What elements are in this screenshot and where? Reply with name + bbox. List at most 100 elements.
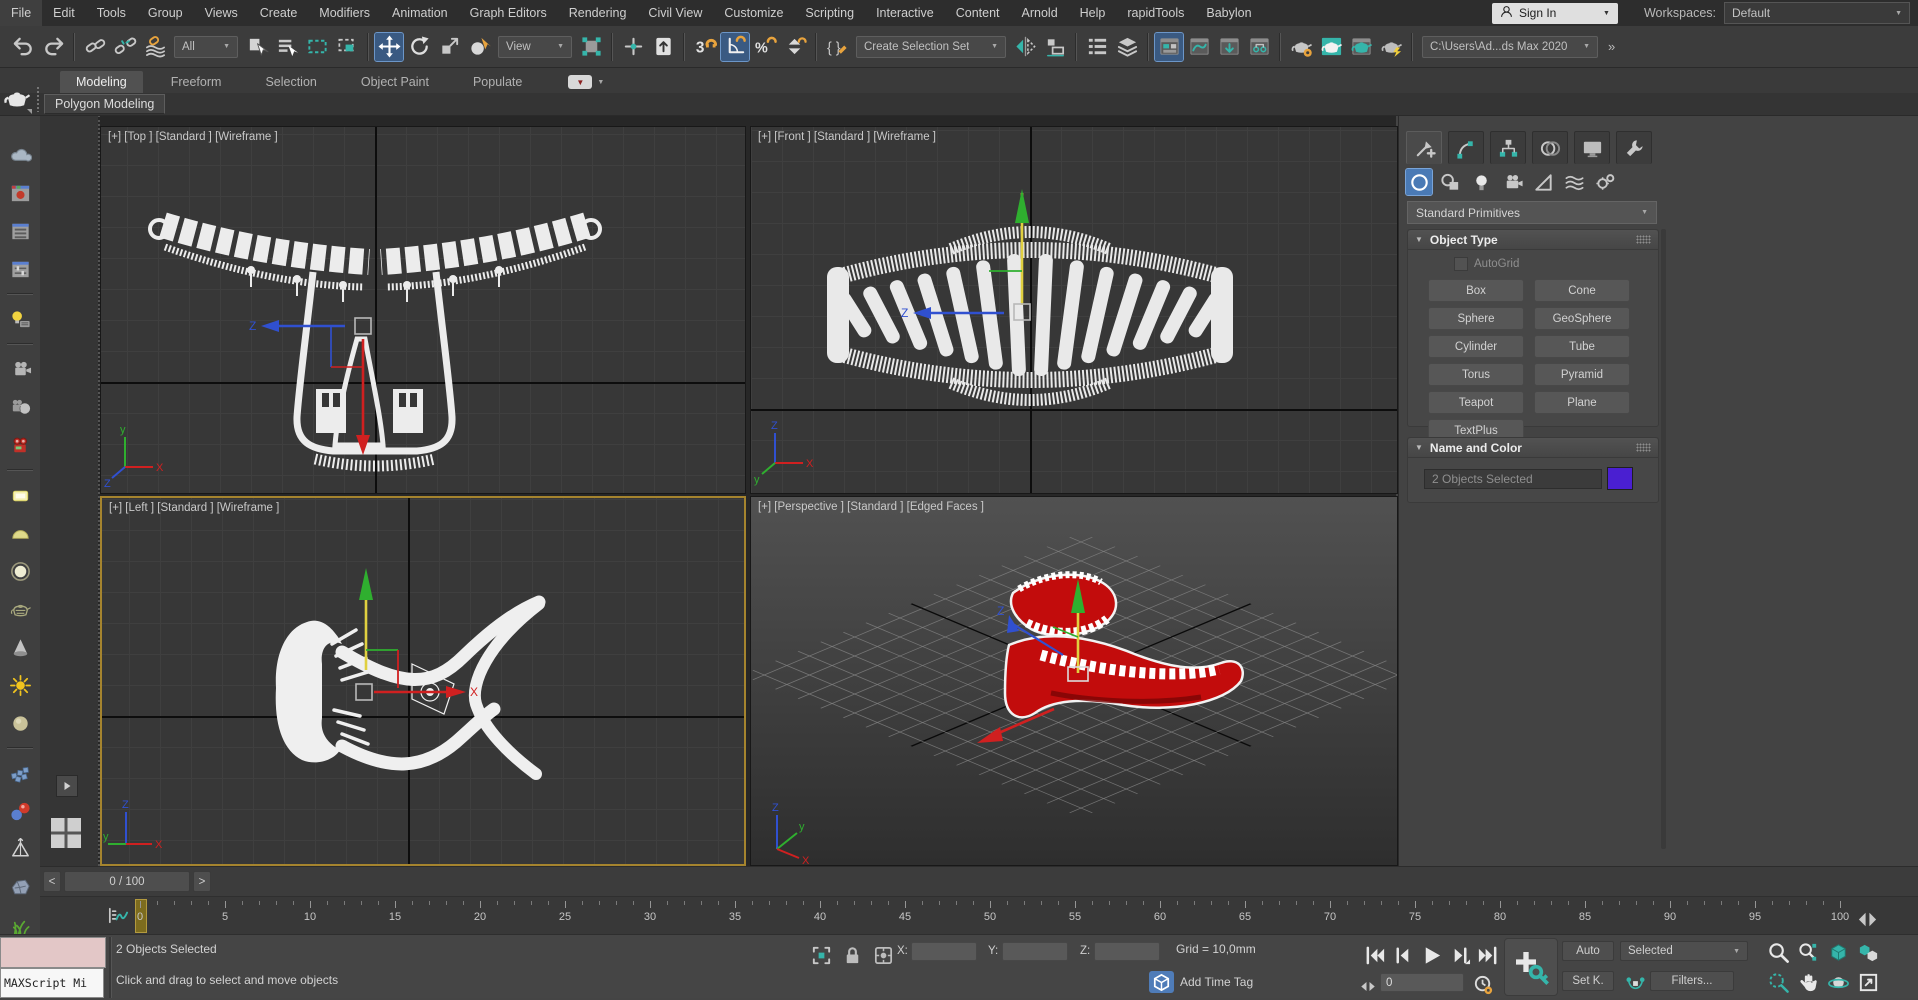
menu-customize[interactable]: Customize: [713, 0, 794, 26]
viewport-front[interactable]: [+] [Front ] [Standard ] [Wireframe ] Z: [750, 126, 1398, 494]
ribbon-tab-object-paint[interactable]: Object Paint: [345, 71, 445, 93]
named-selection-set-dropdown[interactable]: Create Selection Set▼: [856, 36, 1006, 58]
spinner-snap-toggle-icon[interactable]: [781, 33, 809, 61]
systems-icon[interactable]: [1592, 169, 1618, 195]
menu-civil-view[interactable]: Civil View: [637, 0, 713, 26]
shapes-icon[interactable]: [1437, 169, 1463, 195]
previous-frame-button[interactable]: [1389, 941, 1417, 969]
z-coordinate-field[interactable]: [1094, 942, 1160, 961]
key-filters-button[interactable]: Filters...: [1650, 971, 1734, 991]
menu-edit[interactable]: Edit: [42, 0, 86, 26]
sphere-icon[interactable]: [5, 709, 35, 737]
modify-tab[interactable]: [1448, 131, 1484, 164]
render-setup-icon[interactable]: [1317, 33, 1345, 61]
viewport-front-label[interactable]: [+] [Front ] [Standard ] [Wireframe ]: [758, 131, 936, 143]
keyboard-shortcut-override-icon[interactable]: [649, 33, 677, 61]
unlink-selection-icon[interactable]: [111, 33, 139, 61]
menu-scripting[interactable]: Scripting: [794, 0, 865, 26]
orbit-button[interactable]: [1825, 970, 1852, 994]
window-crossing-icon[interactable]: [333, 33, 361, 61]
edit-named-selection-sets-icon[interactable]: { }: [823, 33, 851, 61]
display-tab[interactable]: [1574, 131, 1610, 164]
bind-to-space-warp-icon[interactable]: [141, 33, 169, 61]
select-and-manipulate-icon[interactable]: [619, 33, 647, 61]
menu-babylon[interactable]: Babylon: [1195, 0, 1262, 26]
camera-icon[interactable]: [5, 355, 35, 383]
object-color-swatch[interactable]: [1607, 467, 1633, 490]
pan-view-button[interactable]: [1795, 970, 1822, 994]
go-to-end-button[interactable]: [1473, 941, 1501, 969]
go-to-start-button[interactable]: [1361, 941, 1389, 969]
use-pivot-point-icon[interactable]: [577, 33, 605, 61]
rectangular-selection-region-icon[interactable]: [303, 33, 331, 61]
render-production-icon[interactable]: [1377, 33, 1405, 61]
create-tab[interactable]: [1406, 131, 1442, 164]
current-frame-field[interactable]: 0: [1380, 973, 1464, 992]
object-type-button-cone[interactable]: Cone: [1534, 279, 1630, 302]
key-mode-dropdown[interactable]: Selected ▼: [1620, 941, 1748, 961]
viewport-layout-tabs[interactable]: [48, 815, 84, 851]
add-time-tag-label[interactable]: Add Time Tag: [1180, 975, 1253, 989]
dope-sheet-icon[interactable]: [1215, 33, 1243, 61]
rendered-frame-window-icon[interactable]: [1347, 33, 1375, 61]
selection-filter-dropdown[interactable]: All▼: [174, 36, 238, 58]
viewport-left-active[interactable]: [+] [Left ] [Standard ] [Wireframe ]: [100, 496, 746, 866]
dome-light-icon[interactable]: [5, 519, 35, 547]
menu-create[interactable]: Create: [249, 0, 309, 26]
menu-content[interactable]: Content: [945, 0, 1011, 26]
maximize-viewport-toggle[interactable]: [1855, 970, 1882, 994]
menu-modifiers[interactable]: Modifiers: [308, 0, 381, 26]
zoom-all-button[interactable]: [1795, 940, 1822, 964]
ribbon-tab-populate[interactable]: Populate: [457, 71, 538, 93]
polygon-modeling-panel-button[interactable]: Polygon Modeling: [44, 94, 165, 114]
utilities-tab[interactable]: [1616, 131, 1652, 164]
object-type-button-box[interactable]: Box: [1428, 279, 1524, 302]
frame-step-back-button[interactable]: <: [43, 871, 61, 892]
rock-icon[interactable]: [5, 873, 35, 901]
render-window-icon[interactable]: [5, 179, 35, 207]
maxscript-mini-listener[interactable]: MAXScript Mi: [0, 937, 106, 998]
space-warps-icon[interactable]: [1561, 169, 1587, 195]
menu-views[interactable]: Views: [194, 0, 249, 26]
wire-teapot-icon[interactable]: [5, 595, 35, 623]
cameras-icon[interactable]: [1499, 169, 1525, 195]
next-frame-button[interactable]: [1445, 941, 1473, 969]
isolate-selection-toggle[interactable]: [807, 941, 835, 969]
viewport-perspective-label[interactable]: [+] [Perspective ] [Standard ] [Edged Fa…: [758, 501, 984, 513]
workspace-dropdown[interactable]: Default ▼: [1724, 2, 1910, 24]
ribbon-teapot-icon[interactable]: [2, 84, 32, 114]
area-light-icon[interactable]: [5, 481, 35, 509]
ribbon-tab-selection[interactable]: Selection: [249, 71, 332, 93]
lights-icon[interactable]: [1468, 169, 1494, 195]
object-type-button-teapot[interactable]: Teapot: [1428, 391, 1524, 414]
toggle-scene-explorer-icon[interactable]: [1083, 33, 1111, 61]
sun-icon[interactable]: [5, 671, 35, 699]
x-coordinate-field[interactable]: [911, 942, 977, 961]
autogrid-checkbox[interactable]: [1454, 257, 1468, 271]
light-lister-icon[interactable]: [5, 305, 35, 333]
object-type-rollout-header[interactable]: ▼ Object Type: [1408, 230, 1658, 250]
select-and-place-icon[interactable]: [465, 33, 493, 61]
pyramid-icon[interactable]: [5, 835, 35, 863]
ribbon-tab-freeform[interactable]: Freeform: [155, 71, 238, 93]
schematic-view-icon[interactable]: [1245, 33, 1273, 61]
selection-lock-toggle[interactable]: [838, 941, 866, 969]
set-keys-button[interactable]: [1504, 938, 1558, 996]
select-and-link-icon[interactable]: [81, 33, 109, 61]
glow-sphere-icon[interactable]: [5, 557, 35, 585]
select-by-name-icon[interactable]: [273, 33, 301, 61]
geometry-icon[interactable]: [1406, 169, 1432, 195]
sign-in-button[interactable]: Sign In ▼: [1492, 3, 1618, 24]
track-bar-pan-icon[interactable]: [1853, 905, 1881, 933]
hierarchy-tab[interactable]: [1490, 131, 1526, 164]
select-and-scale-icon[interactable]: [435, 33, 463, 61]
object-type-button-pyramid[interactable]: Pyramid: [1534, 363, 1630, 386]
menu-interactive[interactable]: Interactive: [865, 0, 945, 26]
toolbar-overflow-chevron[interactable]: »: [1608, 39, 1615, 54]
zoom-region-button[interactable]: [1765, 970, 1792, 994]
helpers-icon[interactable]: [1530, 169, 1556, 195]
object-type-button-sphere[interactable]: Sphere: [1428, 307, 1524, 330]
menu-animation[interactable]: Animation: [381, 0, 459, 26]
mini-curve-editor-icon[interactable]: [103, 901, 131, 929]
zoom-button[interactable]: [1765, 940, 1792, 964]
